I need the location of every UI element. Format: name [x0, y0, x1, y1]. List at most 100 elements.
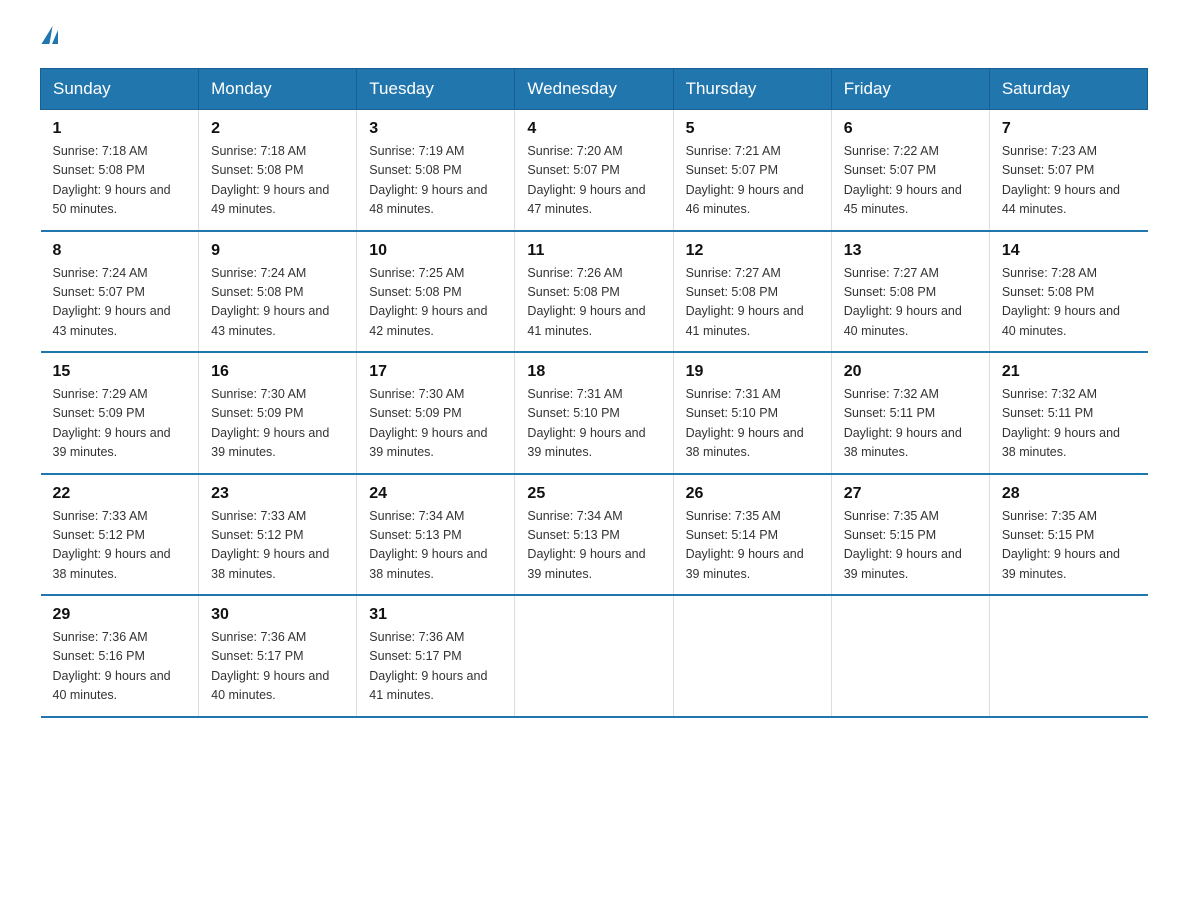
day-info: Sunrise: 7:35 AMSunset: 5:15 PMDaylight:…	[844, 509, 962, 581]
day-info: Sunrise: 7:33 AMSunset: 5:12 PMDaylight:…	[211, 509, 329, 581]
calendar-cell: 5 Sunrise: 7:21 AMSunset: 5:07 PMDayligh…	[673, 110, 831, 231]
day-number: 17	[369, 363, 502, 381]
day-number: 29	[53, 606, 187, 624]
day-info: Sunrise: 7:34 AMSunset: 5:13 PMDaylight:…	[369, 509, 487, 581]
day-info: Sunrise: 7:26 AMSunset: 5:08 PMDaylight:…	[527, 266, 645, 338]
day-info: Sunrise: 7:32 AMSunset: 5:11 PMDaylight:…	[1002, 387, 1120, 459]
day-info: Sunrise: 7:18 AMSunset: 5:08 PMDaylight:…	[211, 144, 329, 216]
day-info: Sunrise: 7:20 AMSunset: 5:07 PMDaylight:…	[527, 144, 645, 216]
day-number: 16	[211, 363, 344, 381]
day-info: Sunrise: 7:30 AMSunset: 5:09 PMDaylight:…	[369, 387, 487, 459]
calendar-week-row: 22 Sunrise: 7:33 AMSunset: 5:12 PMDaylig…	[41, 474, 1148, 596]
day-info: Sunrise: 7:32 AMSunset: 5:11 PMDaylight:…	[844, 387, 962, 459]
calendar-cell: 25 Sunrise: 7:34 AMSunset: 5:13 PMDaylig…	[515, 474, 673, 596]
calendar-cell: 29 Sunrise: 7:36 AMSunset: 5:16 PMDaylig…	[41, 595, 199, 717]
day-number: 25	[527, 485, 660, 503]
day-number: 1	[53, 120, 187, 138]
day-info: Sunrise: 7:33 AMSunset: 5:12 PMDaylight:…	[53, 509, 171, 581]
day-number: 3	[369, 120, 502, 138]
calendar-cell: 2 Sunrise: 7:18 AMSunset: 5:08 PMDayligh…	[199, 110, 357, 231]
day-info: Sunrise: 7:23 AMSunset: 5:07 PMDaylight:…	[1002, 144, 1120, 216]
calendar-week-row: 15 Sunrise: 7:29 AMSunset: 5:09 PMDaylig…	[41, 352, 1148, 474]
calendar-cell: 3 Sunrise: 7:19 AMSunset: 5:08 PMDayligh…	[357, 110, 515, 231]
calendar-week-row: 8 Sunrise: 7:24 AMSunset: 5:07 PMDayligh…	[41, 231, 1148, 353]
day-number: 22	[53, 485, 187, 503]
day-number: 12	[686, 242, 819, 260]
day-info: Sunrise: 7:35 AMSunset: 5:14 PMDaylight:…	[686, 509, 804, 581]
calendar-cell: 30 Sunrise: 7:36 AMSunset: 5:17 PMDaylig…	[199, 595, 357, 717]
day-info: Sunrise: 7:22 AMSunset: 5:07 PMDaylight:…	[844, 144, 962, 216]
day-info: Sunrise: 7:25 AMSunset: 5:08 PMDaylight:…	[369, 266, 487, 338]
calendar-cell: 20 Sunrise: 7:32 AMSunset: 5:11 PMDaylig…	[831, 352, 989, 474]
day-number: 11	[527, 242, 660, 260]
calendar-table: SundayMondayTuesdayWednesdayThursdayFrid…	[40, 68, 1148, 718]
day-info: Sunrise: 7:24 AMSunset: 5:08 PMDaylight:…	[211, 266, 329, 338]
day-number: 8	[53, 242, 187, 260]
day-number: 30	[211, 606, 344, 624]
day-info: Sunrise: 7:24 AMSunset: 5:07 PMDaylight:…	[53, 266, 171, 338]
calendar-cell: 28 Sunrise: 7:35 AMSunset: 5:15 PMDaylig…	[989, 474, 1147, 596]
column-header-saturday: Saturday	[989, 69, 1147, 110]
calendar-cell	[515, 595, 673, 717]
day-number: 9	[211, 242, 344, 260]
page-header	[40, 30, 1148, 48]
column-header-sunday: Sunday	[41, 69, 199, 110]
day-number: 26	[686, 485, 819, 503]
day-info: Sunrise: 7:29 AMSunset: 5:09 PMDaylight:…	[53, 387, 171, 459]
calendar-week-row: 1 Sunrise: 7:18 AMSunset: 5:08 PMDayligh…	[41, 110, 1148, 231]
calendar-cell: 26 Sunrise: 7:35 AMSunset: 5:14 PMDaylig…	[673, 474, 831, 596]
day-number: 18	[527, 363, 660, 381]
column-header-tuesday: Tuesday	[357, 69, 515, 110]
calendar-header-row: SundayMondayTuesdayWednesdayThursdayFrid…	[41, 69, 1148, 110]
calendar-cell: 31 Sunrise: 7:36 AMSunset: 5:17 PMDaylig…	[357, 595, 515, 717]
calendar-cell: 8 Sunrise: 7:24 AMSunset: 5:07 PMDayligh…	[41, 231, 199, 353]
day-number: 31	[369, 606, 502, 624]
day-number: 10	[369, 242, 502, 260]
calendar-cell: 14 Sunrise: 7:28 AMSunset: 5:08 PMDaylig…	[989, 231, 1147, 353]
day-number: 28	[1002, 485, 1136, 503]
day-info: Sunrise: 7:28 AMSunset: 5:08 PMDaylight:…	[1002, 266, 1120, 338]
calendar-cell: 18 Sunrise: 7:31 AMSunset: 5:10 PMDaylig…	[515, 352, 673, 474]
calendar-cell: 15 Sunrise: 7:29 AMSunset: 5:09 PMDaylig…	[41, 352, 199, 474]
calendar-cell	[989, 595, 1147, 717]
day-number: 27	[844, 485, 977, 503]
day-number: 13	[844, 242, 977, 260]
day-number: 5	[686, 120, 819, 138]
day-info: Sunrise: 7:27 AMSunset: 5:08 PMDaylight:…	[844, 266, 962, 338]
column-header-wednesday: Wednesday	[515, 69, 673, 110]
day-info: Sunrise: 7:18 AMSunset: 5:08 PMDaylight:…	[53, 144, 171, 216]
day-number: 24	[369, 485, 502, 503]
column-header-thursday: Thursday	[673, 69, 831, 110]
calendar-cell: 4 Sunrise: 7:20 AMSunset: 5:07 PMDayligh…	[515, 110, 673, 231]
day-number: 23	[211, 485, 344, 503]
day-info: Sunrise: 7:21 AMSunset: 5:07 PMDaylight:…	[686, 144, 804, 216]
calendar-cell: 27 Sunrise: 7:35 AMSunset: 5:15 PMDaylig…	[831, 474, 989, 596]
calendar-cell: 13 Sunrise: 7:27 AMSunset: 5:08 PMDaylig…	[831, 231, 989, 353]
day-info: Sunrise: 7:31 AMSunset: 5:10 PMDaylight:…	[686, 387, 804, 459]
day-info: Sunrise: 7:27 AMSunset: 5:08 PMDaylight:…	[686, 266, 804, 338]
calendar-cell: 11 Sunrise: 7:26 AMSunset: 5:08 PMDaylig…	[515, 231, 673, 353]
column-header-monday: Monday	[199, 69, 357, 110]
calendar-cell: 1 Sunrise: 7:18 AMSunset: 5:08 PMDayligh…	[41, 110, 199, 231]
day-info: Sunrise: 7:35 AMSunset: 5:15 PMDaylight:…	[1002, 509, 1120, 581]
calendar-cell: 10 Sunrise: 7:25 AMSunset: 5:08 PMDaylig…	[357, 231, 515, 353]
day-info: Sunrise: 7:36 AMSunset: 5:17 PMDaylight:…	[369, 630, 487, 702]
calendar-cell	[673, 595, 831, 717]
calendar-cell: 9 Sunrise: 7:24 AMSunset: 5:08 PMDayligh…	[199, 231, 357, 353]
calendar-cell: 23 Sunrise: 7:33 AMSunset: 5:12 PMDaylig…	[199, 474, 357, 596]
calendar-cell: 7 Sunrise: 7:23 AMSunset: 5:07 PMDayligh…	[989, 110, 1147, 231]
calendar-cell: 16 Sunrise: 7:30 AMSunset: 5:09 PMDaylig…	[199, 352, 357, 474]
calendar-cell	[831, 595, 989, 717]
day-number: 21	[1002, 363, 1136, 381]
calendar-cell: 12 Sunrise: 7:27 AMSunset: 5:08 PMDaylig…	[673, 231, 831, 353]
day-info: Sunrise: 7:19 AMSunset: 5:08 PMDaylight:…	[369, 144, 487, 216]
calendar-week-row: 29 Sunrise: 7:36 AMSunset: 5:16 PMDaylig…	[41, 595, 1148, 717]
day-number: 6	[844, 120, 977, 138]
day-number: 2	[211, 120, 344, 138]
calendar-cell: 19 Sunrise: 7:31 AMSunset: 5:10 PMDaylig…	[673, 352, 831, 474]
calendar-cell: 24 Sunrise: 7:34 AMSunset: 5:13 PMDaylig…	[357, 474, 515, 596]
day-info: Sunrise: 7:34 AMSunset: 5:13 PMDaylight:…	[527, 509, 645, 581]
day-number: 15	[53, 363, 187, 381]
calendar-cell: 22 Sunrise: 7:33 AMSunset: 5:12 PMDaylig…	[41, 474, 199, 596]
day-info: Sunrise: 7:31 AMSunset: 5:10 PMDaylight:…	[527, 387, 645, 459]
